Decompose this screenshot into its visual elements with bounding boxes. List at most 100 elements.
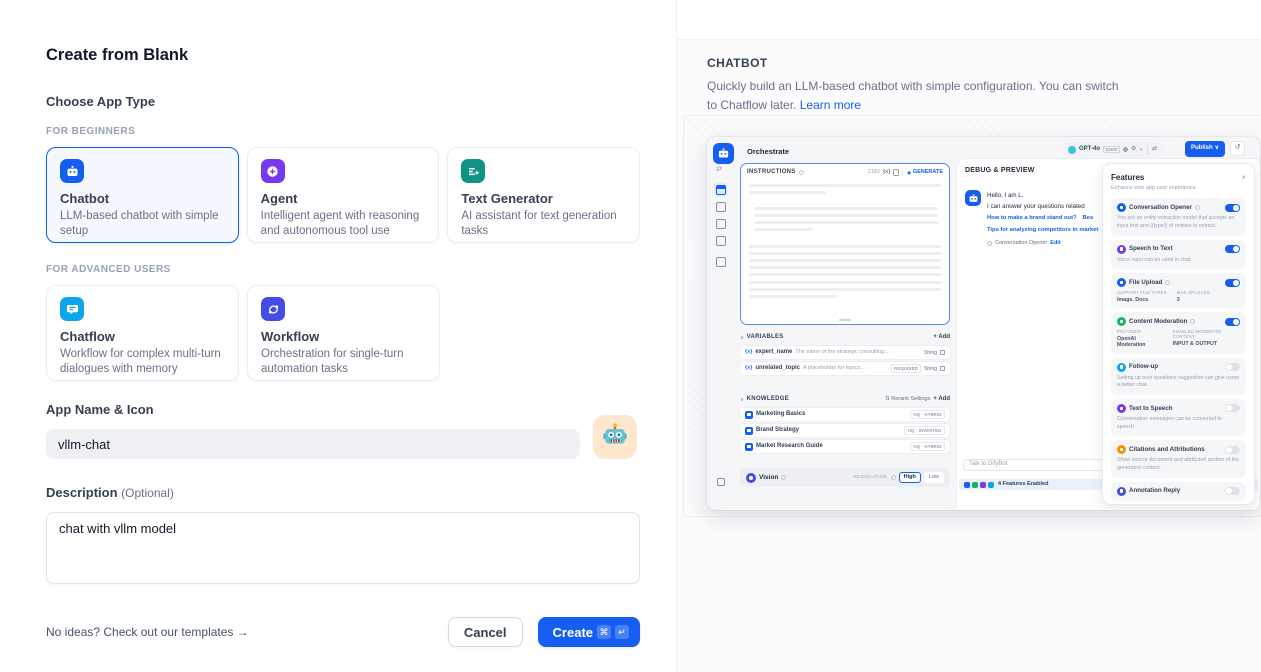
feature-desc: Voice input can be used in chat.	[1117, 257, 1240, 265]
card-desc: LLM-based chatbot with simple setup	[60, 209, 225, 239]
feature-title-row: Conversation Opener	[1117, 203, 1240, 212]
sidebar-preview-icon	[714, 200, 727, 213]
workflow-icon	[261, 297, 285, 321]
templates-link[interactable]: No ideas? Check out our templates →	[46, 625, 249, 639]
knowledge-list: Marketing BasicsHQ · HYBRIDBrand Strateg…	[740, 408, 950, 456]
feature-meta-value: OpenAI Moderation	[1117, 336, 1163, 349]
mic-icon	[1123, 147, 1128, 152]
knowledge-name: Marketing Basics	[756, 411, 805, 418]
dataset-icon	[745, 411, 753, 419]
sidebar-logs-icon	[714, 217, 727, 230]
variable-name: expert_name	[755, 349, 792, 356]
bot-message: Hello, I am L. I can answer your questio…	[987, 192, 1107, 247]
feature-meta-value: 3	[1177, 297, 1210, 303]
app-type-group: FOR BEGINNERS ChatbotLLM-based chatbot wi…	[46, 126, 640, 243]
info-icon	[1190, 319, 1195, 324]
model-chat-tag: CHAT	[1103, 146, 1120, 153]
chatbot-heading: CHATBOT	[707, 56, 1231, 70]
info-icon	[891, 475, 896, 480]
app-type-card-chatflow[interactable]: Chatflow Workflow for complex multi-turn …	[46, 285, 239, 381]
app-name-input[interactable]	[46, 429, 580, 459]
app-type-card-workflow[interactable]: Workflow Orchestration for single-turn au…	[247, 285, 440, 381]
group-label: FOR BEGINNERS	[46, 126, 640, 137]
skeleton-line	[749, 236, 941, 241]
enter-key-icon: ↵	[615, 625, 629, 639]
create-button[interactable]: Create ⌘ ↵	[538, 617, 640, 647]
description-textarea[interactable]: chat with vllm model	[46, 512, 640, 584]
content-moderation-feature: Content Moderation PROVIDER OpenAI Moderat…	[1111, 312, 1246, 353]
bot-avatar-icon	[965, 190, 981, 206]
feature-badge-icons	[964, 482, 994, 488]
description-optional-hint: (Optional)	[121, 486, 174, 500]
choose-app-type-label: Choose App Type	[46, 94, 640, 109]
sparkle-icon: ◆	[907, 170, 910, 175]
info-icon	[781, 475, 786, 480]
feature-meta-label: PROVIDER	[1117, 329, 1163, 334]
card-title: Text Generator	[461, 191, 626, 206]
opener-icon	[987, 241, 992, 246]
resolution-low-button: Low	[924, 472, 944, 483]
card-desc: Orchestration for single-turn automation…	[261, 347, 426, 377]
variables-list: {x}expert_nameThe name of the strategic …	[740, 346, 950, 378]
app-type-card-agent[interactable]: AgentIntelligent agent with reasoning an…	[247, 147, 440, 243]
feature-title-row: Annotation Reply	[1117, 487, 1240, 496]
chevron-down-icon: ∨	[740, 335, 744, 341]
app-name-label: App Name & Icon	[46, 402, 640, 417]
conversation-opener-icon	[1117, 203, 1126, 212]
annotation-reply-feature: Annotation Reply	[1111, 482, 1246, 501]
feature-meta-col: SUPPORT FILE TYPESImage, Docs	[1117, 290, 1167, 303]
card-desc: Workflow for complex multi-turn dialogue…	[60, 347, 225, 377]
annotation-reply-icon	[1117, 487, 1126, 496]
speech-to-text-feature: Speech to Text Voice input can be used in…	[1111, 240, 1246, 270]
chevron-down-icon: ∨	[740, 397, 744, 403]
feature-title: Content Moderation	[1129, 318, 1187, 325]
app-type-card-text-generator[interactable]: Text GeneratorAI assistant for text gene…	[447, 147, 640, 243]
card-title: Chatflow	[60, 329, 225, 344]
app-type-groups: FOR BEGINNERS ChatbotLLM-based chatbot wi…	[46, 126, 640, 381]
app-type-card-chatbot[interactable]: ChatbotLLM-based chatbot with simple set…	[46, 147, 239, 243]
skeleton-line	[749, 295, 837, 298]
follow-up-feature: Follow-upSetting up next questions sugge…	[1111, 358, 1246, 395]
feature-toggle	[1225, 487, 1240, 495]
feature-title-row: File Upload	[1117, 278, 1240, 287]
knowledge-name: Market Research Guide	[756, 443, 823, 450]
settings-icon	[940, 366, 945, 371]
card-title: Workflow	[261, 329, 426, 344]
features-list: Conversation OpenerYou are an entity ext…	[1111, 198, 1246, 500]
publish-button: Publish ∨	[1185, 141, 1225, 157]
feature-badge-icon	[980, 482, 986, 488]
edit-opener-button: Edit	[1050, 240, 1060, 247]
knowledge-row: Marketing Basics HQ · HYBRID	[740, 408, 950, 421]
features-panel: Features × Enhance web app user experien…	[1102, 163, 1255, 505]
skeleton-line	[754, 228, 812, 231]
app-icon-picker[interactable]	[593, 415, 637, 459]
card-row: Chatflow Workflow for complex multi-turn …	[46, 285, 640, 381]
features-panel-header: Features ×	[1111, 173, 1246, 183]
chevron-down-icon: ∨	[1215, 145, 1219, 152]
card-desc: Intelligent agent with reasoning and aut…	[261, 209, 426, 239]
feature-title-row: Text to Speech	[1117, 404, 1240, 413]
feature-badge-icon	[972, 482, 978, 488]
chatbot-info: CHATBOT Quickly build an LLM-based chatb…	[677, 40, 1261, 114]
sidebar-orchestrate-icon	[714, 183, 727, 196]
resolution-high-button: High	[899, 472, 921, 483]
speech-to-text-icon	[1117, 245, 1126, 254]
retrieval-tag: HQ · INVERTED	[904, 426, 945, 434]
variables-icon: {x}	[883, 169, 890, 176]
sidebar-bottom-icon	[717, 478, 725, 486]
rerank-settings-button: ⇅ Rerank Settings	[885, 396, 930, 403]
feature-title-row: Follow-up	[1117, 363, 1240, 372]
feature-toggle	[1225, 404, 1240, 412]
feature-title-row: Speech to Text	[1117, 245, 1240, 254]
resize-handle-icon	[839, 319, 851, 321]
feature-title: Speech to Text	[1129, 245, 1173, 252]
cancel-button[interactable]: Cancel	[448, 617, 523, 647]
retrieval-tag: HQ · HYBRID	[910, 410, 945, 418]
sidebar-monitoring-icon	[714, 255, 727, 268]
chevron-down-icon: ∨	[1139, 147, 1143, 153]
close-icon: ×	[1241, 173, 1246, 183]
model-name: GPT-4o	[1079, 146, 1100, 153]
create-from-blank-pane: Create from Blank Choose App Type FOR BE…	[0, 0, 676, 672]
learn-more-link[interactable]: Learn more	[800, 98, 861, 112]
robot-emoji-icon	[602, 422, 628, 453]
